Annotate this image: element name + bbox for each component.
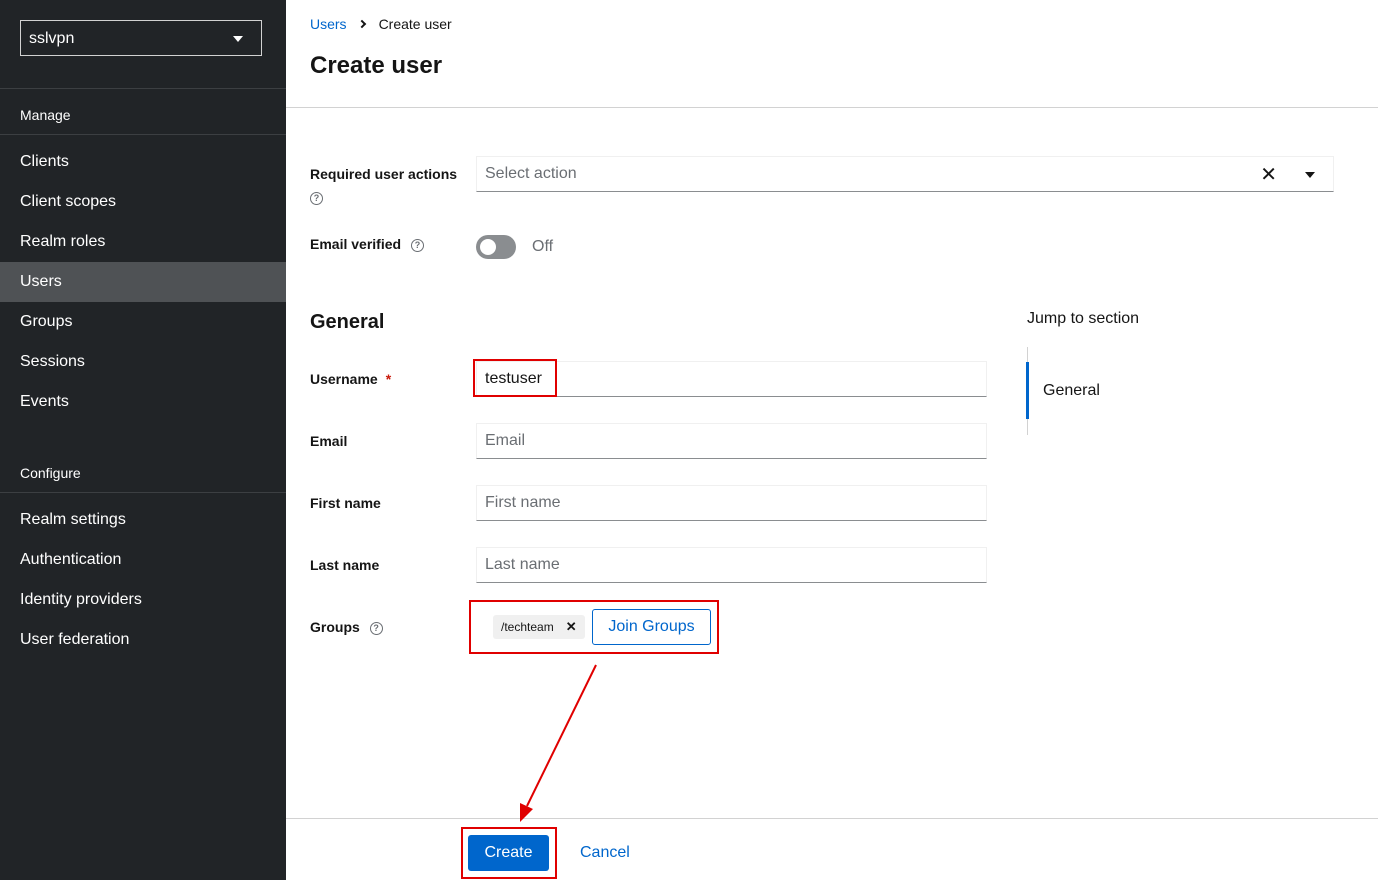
groups-label: Groups ? — [310, 619, 383, 635]
first-name-placeholder: First name — [485, 494, 561, 511]
jump-active-indicator — [1026, 362, 1029, 419]
sidebar-item-events[interactable]: Events — [0, 382, 286, 422]
join-groups-button[interactable]: Join Groups — [592, 609, 711, 645]
close-icon[interactable]: ✕ — [566, 619, 577, 634]
caret-down-icon — [233, 36, 243, 42]
first-name-label: First name — [310, 495, 381, 511]
group-chip: /techteam ✕ — [493, 615, 585, 639]
last-name-field[interactable]: Last name — [476, 547, 987, 583]
close-icon[interactable]: ✕ — [1260, 162, 1277, 187]
sidebar-item-realm-roles[interactable]: Realm roles — [0, 222, 286, 262]
email-verified-state: Off — [532, 238, 554, 255]
group-chip-label: /techteam — [501, 620, 554, 634]
email-verified-label-text: Email verified — [310, 236, 402, 252]
caret-down-icon[interactable] — [1305, 172, 1315, 178]
sidebar-item-realm-settings[interactable]: Realm settings — [0, 500, 286, 540]
sidebar-item-identity-providers[interactable]: Identity providers — [0, 580, 286, 620]
nav-section-configure: Configure — [20, 465, 81, 481]
help-icon[interactable]: ? — [369, 621, 383, 635]
email-field[interactable]: Email — [476, 423, 987, 459]
email-label: Email — [310, 433, 348, 449]
required-actions-select[interactable]: Select action ✕ — [476, 156, 1334, 192]
divider — [0, 88, 286, 89]
sidebar-item-authentication[interactable]: Authentication — [0, 540, 286, 580]
breadcrumb-users-link[interactable]: Users — [310, 16, 347, 32]
username-label: Username * — [310, 371, 391, 387]
toggle-knob — [480, 239, 496, 255]
username-label-text: Username — [310, 371, 378, 387]
last-name-label: Last name — [310, 557, 380, 573]
username-field[interactable]: testuser — [476, 361, 987, 397]
required-actions-placeholder: Select action — [485, 165, 577, 182]
divider — [0, 134, 286, 135]
sidebar-item-sessions[interactable]: Sessions — [0, 342, 286, 382]
groups-label-text: Groups — [310, 619, 360, 635]
sidebar-item-clients[interactable]: Clients — [0, 142, 286, 182]
breadcrumb-current: Create user — [378, 16, 452, 32]
chevron-right-icon — [357, 19, 366, 29]
realm-selector[interactable]: sslvpn — [20, 20, 262, 56]
general-heading: General — [310, 311, 385, 333]
last-name-placeholder: Last name — [485, 556, 560, 573]
help-icon[interactable]: ? — [310, 192, 323, 205]
email-placeholder: Email — [485, 432, 526, 449]
sidebar: sslvpn Manage Clients Client scopes Real… — [0, 0, 286, 880]
main-content: Users Create user Create user Required u… — [286, 0, 1378, 880]
jump-to-section-title: Jump to section — [1027, 310, 1140, 327]
create-button[interactable]: Create — [468, 835, 549, 871]
email-verified-toggle[interactable] — [476, 235, 516, 259]
jump-link-general[interactable]: General — [1043, 382, 1100, 400]
sidebar-item-client-scopes[interactable]: Client scopes — [0, 182, 286, 222]
realm-name: sslvpn — [29, 30, 75, 47]
breadcrumb: Users Create user — [310, 16, 452, 32]
nav-section-manage: Manage — [20, 107, 71, 123]
page-title: Create user — [310, 52, 443, 79]
required-actions-label-text: Required user actions — [310, 166, 458, 182]
help-icon[interactable]: ? — [410, 238, 424, 252]
email-verified-label: Email verified ? — [310, 236, 424, 252]
sidebar-item-user-federation[interactable]: User federation — [0, 620, 286, 660]
first-name-field[interactable]: First name — [476, 485, 987, 521]
required-actions-label: Required user actions ? — [310, 166, 457, 205]
divider — [286, 107, 1378, 108]
sidebar-item-users[interactable]: Users — [0, 262, 286, 302]
divider — [286, 818, 1378, 819]
cancel-button[interactable]: Cancel — [580, 844, 630, 862]
username-value: testuser — [485, 370, 542, 387]
sidebar-item-groups[interactable]: Groups — [0, 302, 286, 342]
required-mark: * — [385, 371, 392, 387]
divider — [0, 492, 286, 493]
